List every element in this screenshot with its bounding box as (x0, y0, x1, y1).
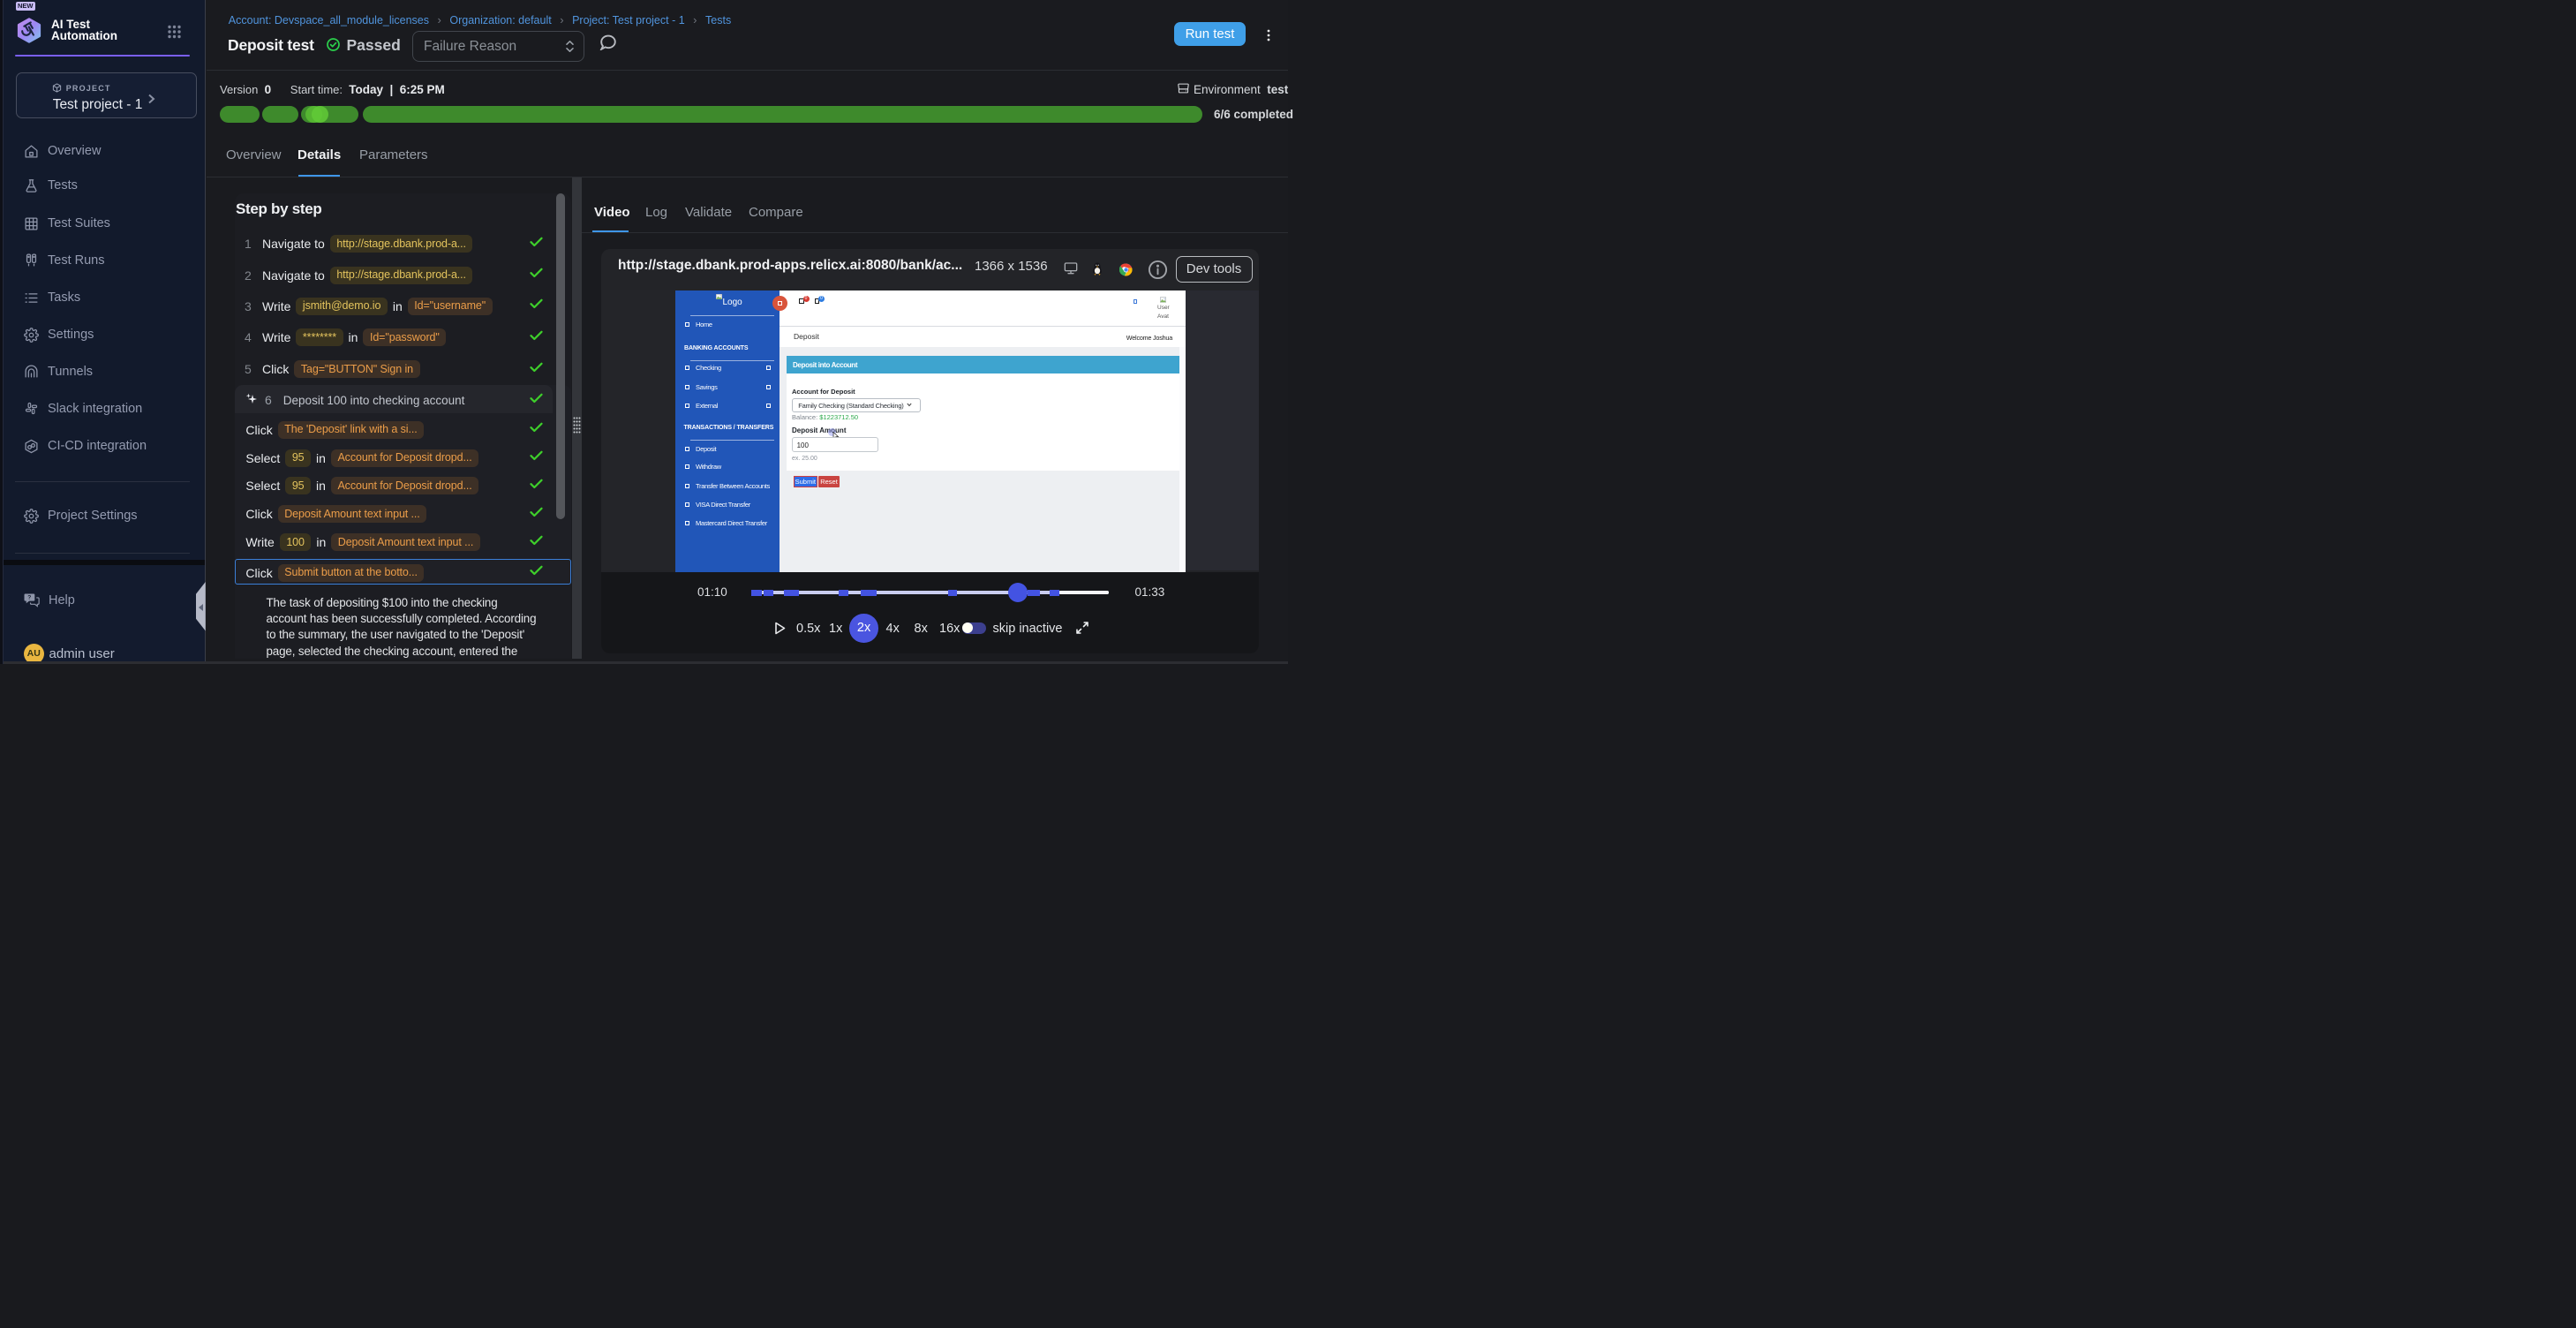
svg-text:?: ? (27, 595, 31, 601)
